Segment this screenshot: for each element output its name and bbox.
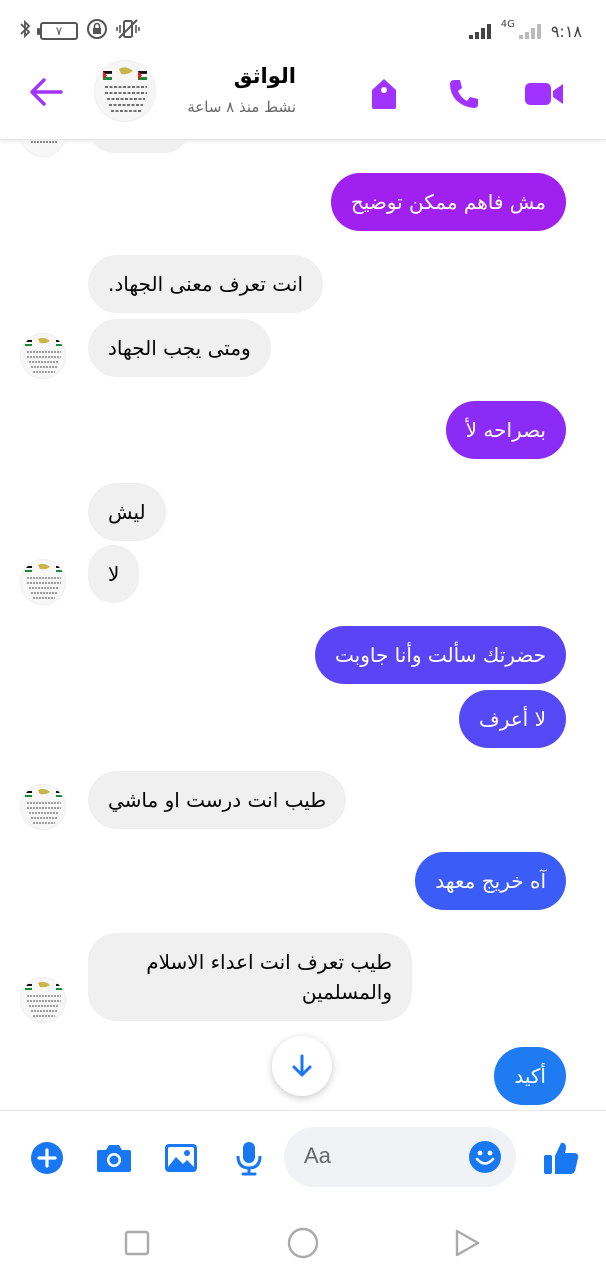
contact-active-status: نشط منذ ٨ ساعة bbox=[187, 98, 296, 116]
tag-button[interactable] bbox=[362, 72, 406, 116]
battery-level: ٧ bbox=[55, 24, 63, 38]
like-icon bbox=[544, 1142, 579, 1174]
gallery-icon bbox=[165, 1144, 197, 1172]
message-bubble-outgoing[interactable]: لا أعرف bbox=[458, 690, 566, 748]
back-button[interactable] bbox=[26, 72, 66, 112]
gallery-button[interactable] bbox=[158, 1135, 204, 1181]
back-arrow-icon bbox=[30, 78, 63, 106]
status-right: 4G ٩:١٨ bbox=[468, 18, 582, 44]
sender-avatar bbox=[20, 559, 66, 605]
recents-button[interactable] bbox=[116, 1222, 158, 1264]
recents-square-icon bbox=[124, 1230, 150, 1256]
message-bubble-incoming[interactable] bbox=[88, 141, 190, 153]
message-line: والمسلمين bbox=[301, 980, 392, 1004]
clock: ٩:١٨ bbox=[550, 21, 582, 41]
message-bubble-incoming[interactable]: انت تعرف معنى الجهاد. bbox=[88, 255, 324, 313]
message-bubble-outgoing[interactable]: مش فاهم ممكن توضيح bbox=[330, 173, 566, 231]
system-navigation-bar bbox=[0, 1206, 606, 1280]
vibrate-muted-icon bbox=[116, 18, 140, 44]
avatar-image bbox=[95, 61, 155, 121]
message-input-placeholder: Aa bbox=[304, 1143, 331, 1168]
home-button[interactable] bbox=[282, 1222, 324, 1264]
video-call-button[interactable] bbox=[522, 72, 566, 116]
lock-rotation-icon bbox=[86, 18, 108, 44]
sender-avatar bbox=[20, 784, 66, 830]
sender-avatar bbox=[20, 333, 66, 379]
message-bubble-incoming[interactable]: ومتى يجب الجهاد bbox=[88, 319, 271, 377]
scroll-to-bottom-button[interactable] bbox=[272, 1036, 332, 1096]
more-actions-button[interactable] bbox=[24, 1135, 70, 1181]
voice-message-button[interactable] bbox=[226, 1135, 272, 1181]
video-icon bbox=[525, 83, 563, 105]
bluetooth-icon bbox=[18, 19, 32, 42]
contact-name[interactable]: الواثق bbox=[234, 64, 296, 88]
signal-secondary-icon bbox=[518, 23, 541, 39]
message-list[interactable]: مش فاهم ممكن توضيح انت تعرف معنى الجهاد.… bbox=[0, 141, 606, 1109]
message-bubble-outgoing[interactable]: حضرتك سألت وأنا جاوبت bbox=[314, 626, 566, 684]
mic-icon bbox=[236, 1142, 262, 1176]
camera-button[interactable] bbox=[91, 1135, 137, 1181]
sender-avatar bbox=[20, 141, 66, 157]
message-bubble-outgoing[interactable]: أكيد bbox=[494, 1047, 566, 1105]
back-nav-button[interactable] bbox=[446, 1222, 488, 1264]
signal-icon bbox=[468, 23, 491, 39]
like-button[interactable] bbox=[538, 1135, 584, 1181]
message-line: طيب تعرف انت اعداء الاسلام bbox=[146, 950, 392, 974]
camera-icon bbox=[97, 1145, 131, 1172]
emoji-icon bbox=[469, 1141, 501, 1173]
status-bar: ٧ 4G ٩:١٨ bbox=[0, 0, 606, 60]
message-bubble-outgoing[interactable]: آه خريج معهد bbox=[415, 852, 566, 910]
message-input[interactable]: Aa bbox=[284, 1127, 516, 1187]
conversation-header: الواثق نشط منذ ٨ ساعة bbox=[0, 60, 606, 140]
message-bubble-incoming[interactable]: طيب تعرف انت اعداء الاسلام والمسلمين bbox=[88, 933, 412, 1021]
network-type: 4G bbox=[500, 19, 515, 30]
message-bubble-incoming[interactable]: ليش bbox=[88, 483, 166, 541]
voice-call-button[interactable] bbox=[442, 72, 486, 116]
battery-indicator: ٧ bbox=[37, 22, 78, 40]
arrow-down-icon bbox=[292, 1054, 312, 1077]
contact-avatar[interactable] bbox=[94, 60, 156, 122]
phone-icon bbox=[450, 80, 478, 108]
home-circle-icon bbox=[287, 1227, 319, 1259]
message-composer: Aa bbox=[0, 1110, 606, 1206]
emoji-button[interactable] bbox=[468, 1140, 502, 1174]
tag-icon bbox=[372, 79, 396, 109]
back-triangle-icon bbox=[455, 1229, 480, 1257]
status-left: ٧ bbox=[18, 18, 140, 44]
message-bubble-incoming[interactable]: لا bbox=[88, 545, 140, 603]
message-bubble-outgoing[interactable]: بصراحه لأ bbox=[445, 401, 566, 459]
message-bubble-incoming[interactable]: طيب انت درست او ماشي bbox=[88, 771, 347, 829]
plus-icon bbox=[31, 1142, 63, 1174]
sender-avatar bbox=[20, 977, 66, 1023]
